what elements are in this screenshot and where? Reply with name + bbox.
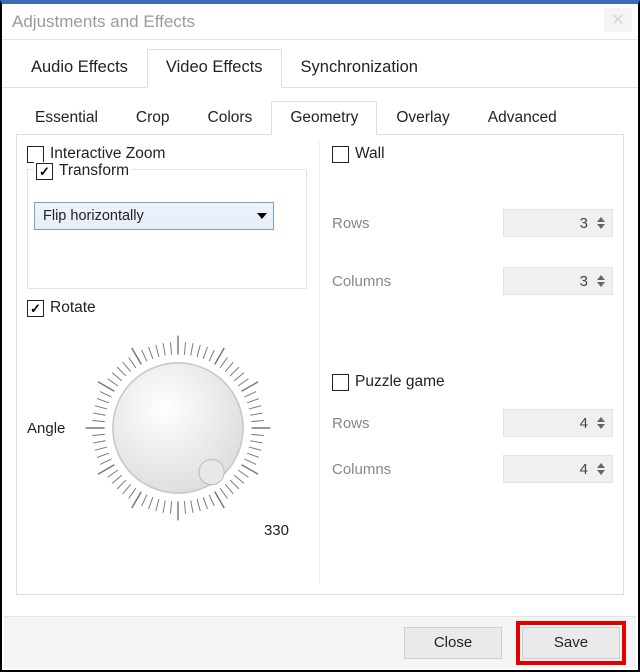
wall-group: Wall Rows 3 Columns 3: [332, 141, 613, 295]
tab-crop[interactable]: Crop: [117, 101, 189, 135]
save-button[interactable]: Save: [522, 627, 620, 659]
dialog-footer: Close Save: [4, 616, 636, 668]
chevron-down-icon: [597, 224, 605, 229]
interactive-zoom-label: Interactive Zoom: [50, 145, 165, 163]
wall-rows-label: Rows: [332, 215, 370, 232]
wall-cols-spinner[interactable]: 3: [503, 267, 613, 295]
puzzle-cols-value: 4: [580, 461, 588, 478]
rotate-group: Rotate Angle: [27, 291, 307, 551]
chevron-down-icon: [597, 424, 605, 429]
wall-checkbox[interactable]: [332, 146, 349, 163]
puzzle-label: Puzzle game: [355, 373, 445, 391]
wall-label: Wall: [355, 145, 385, 163]
puzzle-rows-label: Rows: [332, 415, 370, 432]
chevron-up-icon: [597, 463, 605, 468]
geometry-panel: Interactive Zoom Transform Flip horizont…: [16, 135, 624, 595]
wall-cols-label: Columns: [332, 273, 391, 290]
transform-label: Transform: [59, 162, 129, 180]
tab-synchronization[interactable]: Synchronization: [282, 49, 437, 88]
transform-mode-value: Flip horizontally: [43, 208, 144, 224]
puzzle-cols-spinner[interactable]: 4: [503, 455, 613, 483]
interactive-zoom-checkbox[interactable]: [27, 146, 44, 163]
rotate-label: Rotate: [50, 299, 96, 317]
sub-tab-bar: Essential Crop Colors Geometry Overlay A…: [16, 100, 624, 135]
puzzle-cols-label: Columns: [332, 461, 391, 478]
transform-mode-combo[interactable]: Flip horizontally: [34, 202, 274, 230]
tab-video-effects[interactable]: Video Effects: [147, 49, 282, 88]
tab-overlay[interactable]: Overlay: [377, 101, 468, 135]
title-bar: Adjustments and Effects ✕: [2, 4, 638, 40]
window-title: Adjustments and Effects: [12, 12, 195, 32]
tab-audio-effects[interactable]: Audio Effects: [12, 49, 147, 88]
angle-label: Angle: [27, 420, 65, 437]
chevron-down-icon: [597, 282, 605, 287]
chevron-up-icon: [597, 417, 605, 422]
main-tab-bar: Audio Effects Video Effects Synchronizat…: [2, 40, 638, 88]
tab-geometry[interactable]: Geometry: [271, 101, 377, 135]
chevron-down-icon: [597, 470, 605, 475]
save-highlight: Save: [516, 621, 626, 665]
angle-dial[interactable]: [73, 323, 283, 533]
chevron-up-icon: [597, 217, 605, 222]
transform-group: Transform Flip horizontally: [27, 169, 307, 289]
rotate-checkbox[interactable]: [27, 300, 44, 317]
transform-checkbox[interactable]: [36, 163, 53, 180]
tab-advanced[interactable]: Advanced: [469, 101, 576, 135]
angle-value: 330: [264, 522, 289, 539]
dial-handle[interactable]: [199, 460, 224, 485]
wall-rows-value: 3: [580, 215, 588, 232]
puzzle-rows-spinner[interactable]: 4: [503, 409, 613, 437]
tab-essential[interactable]: Essential: [16, 101, 117, 135]
close-icon: ✕: [611, 10, 624, 30]
puzzle-rows-value: 4: [580, 415, 588, 432]
tab-colors[interactable]: Colors: [189, 101, 272, 135]
puzzle-checkbox[interactable]: [332, 374, 349, 391]
chevron-down-icon: [257, 213, 267, 219]
wall-cols-value: 3: [580, 273, 588, 290]
puzzle-group: Puzzle game Rows 4 Columns 4: [332, 369, 613, 483]
window-close-button[interactable]: ✕: [604, 8, 632, 32]
close-button[interactable]: Close: [404, 627, 502, 659]
chevron-up-icon: [597, 275, 605, 280]
wall-rows-spinner[interactable]: 3: [503, 209, 613, 237]
